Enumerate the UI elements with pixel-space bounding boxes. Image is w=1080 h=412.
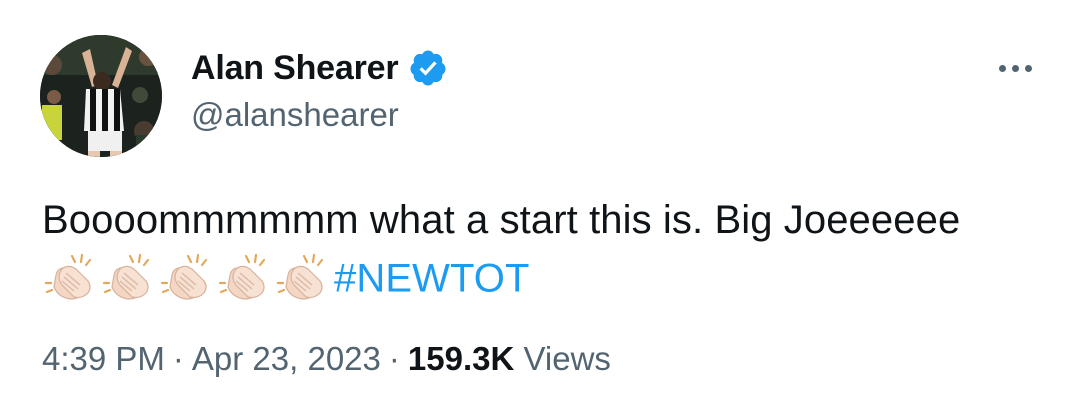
- display-name[interactable]: Alan Shearer: [191, 49, 399, 88]
- tweet-card: Alan Shearer @alanshearer Boooommmmmm wh…: [0, 0, 1080, 412]
- author-row: Alan Shearer: [191, 44, 448, 92]
- views-label: Views: [523, 340, 611, 377]
- tweet-second-line: #NEWTOT: [42, 248, 1052, 306]
- more-options-icon[interactable]: [990, 50, 1040, 86]
- tweet-meta: 4:39 PM · Apr 23, 2023 · 159.3K Views: [42, 340, 611, 378]
- author-handle[interactable]: @alanshearer: [191, 96, 399, 134]
- separator: ·: [388, 340, 400, 377]
- separator: ·: [172, 340, 184, 377]
- hashtag-link[interactable]: #NEWTOT: [334, 256, 530, 300]
- tweet-text: Boooommmmmm what a start this is. Big Jo…: [42, 192, 1052, 306]
- verified-badge-icon: [408, 48, 448, 88]
- tweet-date[interactable]: Apr 23, 2023: [192, 340, 381, 377]
- views-count: 159.3K: [407, 340, 515, 377]
- clapping-emoji-row: [42, 253, 330, 303]
- clapping-hands-icon: [216, 253, 272, 303]
- clapping-hands-icon: [100, 253, 156, 303]
- dot-icon: [998, 64, 1006, 72]
- tweet-time[interactable]: 4:39 PM: [42, 340, 165, 377]
- clapping-hands-icon: [42, 253, 98, 303]
- avatar[interactable]: [40, 35, 162, 157]
- clapping-hands-icon: [158, 253, 214, 303]
- tweet-body: Boooommmmmm what a start this is. Big Jo…: [42, 198, 961, 242]
- clapping-hands-icon: [274, 253, 330, 303]
- dot-icon: [1024, 64, 1032, 72]
- dot-icon: [1011, 64, 1019, 72]
